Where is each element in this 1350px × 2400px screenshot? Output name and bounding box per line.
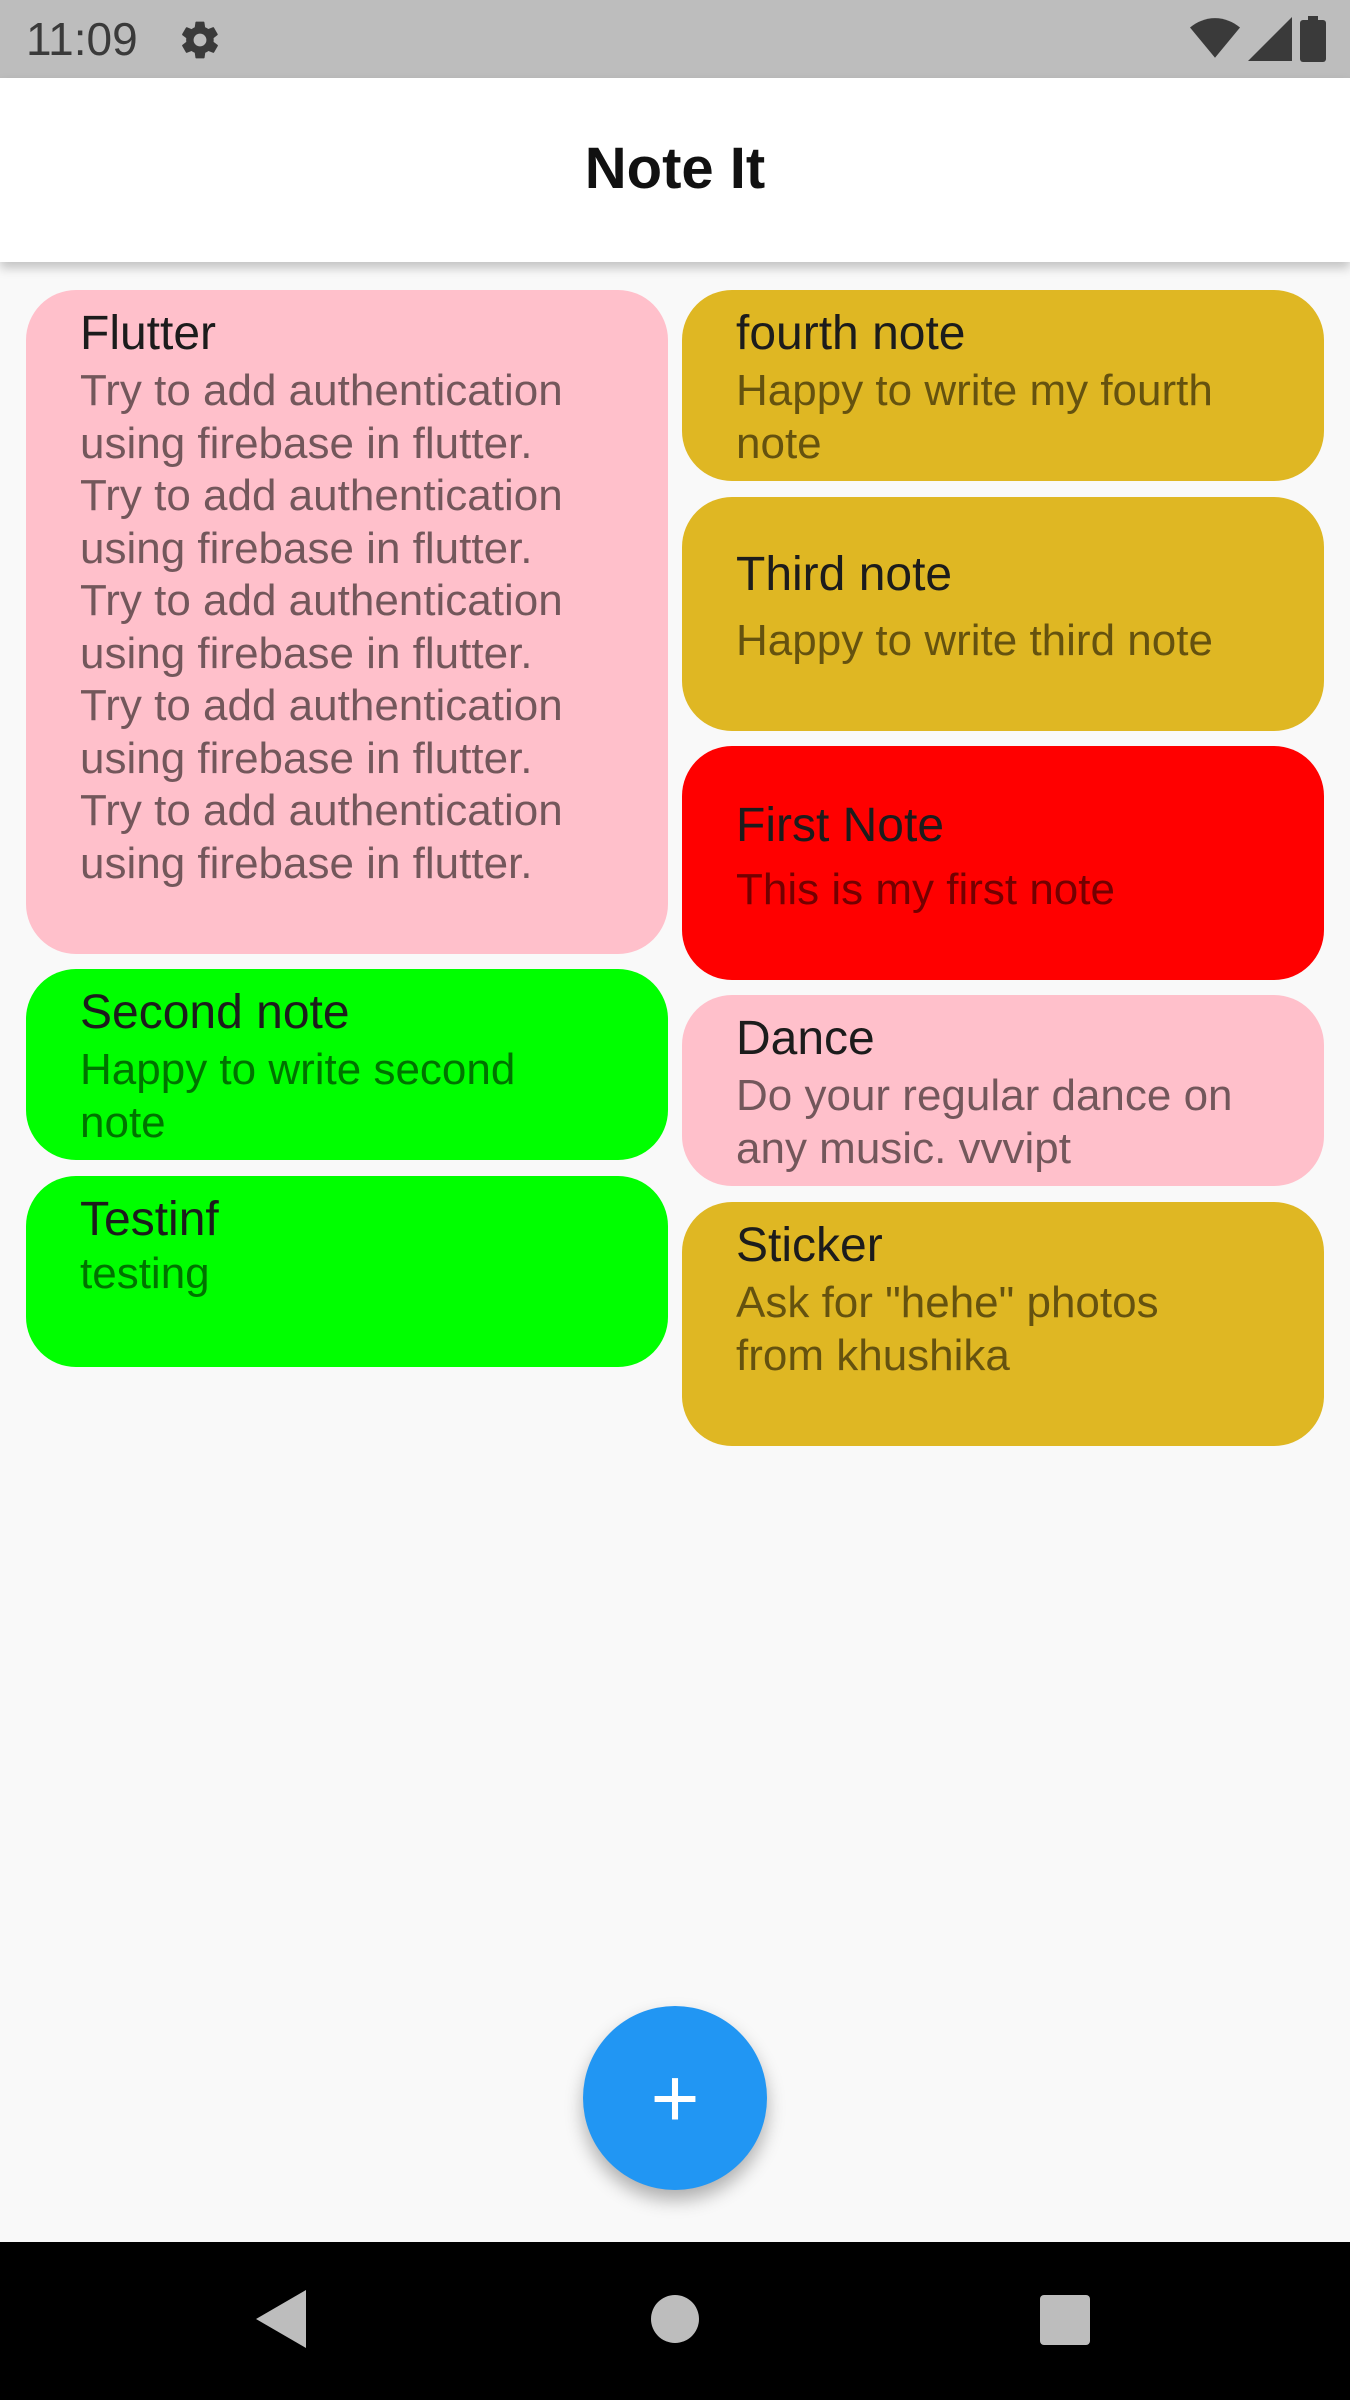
note-title: Sticker xyxy=(736,1219,883,1272)
note-title: Second note xyxy=(80,986,350,1039)
battery-icon xyxy=(1300,16,1326,62)
note-body: Happy to write third note xyxy=(736,616,1213,665)
plus-icon: + xyxy=(650,2051,700,2145)
note-card-second-note[interactable]: Second note Happy to write second note xyxy=(26,969,668,1160)
recents-icon[interactable] xyxy=(1040,2295,1090,2345)
note-title: First Note xyxy=(736,799,945,852)
note-body: This is my first note xyxy=(736,865,1115,914)
app-bar: Note It xyxy=(0,78,1350,262)
status-icons xyxy=(1190,16,1326,62)
note-title: fourth note xyxy=(736,307,966,360)
add-note-button[interactable]: + xyxy=(583,2006,767,2190)
page-title: Note It xyxy=(584,136,766,201)
system-nav-bar xyxy=(0,2242,1350,2400)
note-card-fourth-note[interactable]: fourth note Happy to write my fourth not… xyxy=(682,290,1324,481)
back-icon[interactable] xyxy=(256,2290,306,2348)
note-card-first-note[interactable]: First Note This is my first note xyxy=(682,746,1324,980)
note-body: Happy to write my fourth note xyxy=(736,366,1213,468)
status-time: 11:09 xyxy=(26,13,138,65)
note-body: Try to add authentication using firebase… xyxy=(80,366,563,888)
note-title: Flutter xyxy=(80,307,217,360)
status-bar: 11:09 xyxy=(0,0,1350,78)
home-icon[interactable] xyxy=(651,2295,699,2343)
note-body: Happy to write second note xyxy=(80,1045,516,1147)
settings-icon xyxy=(182,21,218,59)
note-card-third-note[interactable]: Third note Happy to write third note xyxy=(682,497,1324,731)
note-title: Third note xyxy=(736,548,953,601)
note-card-dance[interactable]: Dance Do your regular dance on any music… xyxy=(682,995,1324,1186)
wifi-icon xyxy=(1190,18,1240,58)
note-body: Do your regular dance on any music. vvvi… xyxy=(736,1071,1233,1173)
note-body: testing xyxy=(80,1249,210,1298)
note-card-flutter[interactable]: Flutter Try to add authentication using … xyxy=(26,290,668,954)
note-title: Dance xyxy=(736,1012,875,1065)
cell-signal-icon xyxy=(1248,17,1292,61)
note-title: Testinf xyxy=(80,1193,219,1246)
note-body: Ask for "hehe" photos from khushika xyxy=(736,1278,1159,1380)
note-card-sticker[interactable]: Sticker Ask for "hehe" photos from khush… xyxy=(682,1202,1324,1446)
note-card-testinf[interactable]: Testinf testing xyxy=(26,1176,668,1367)
